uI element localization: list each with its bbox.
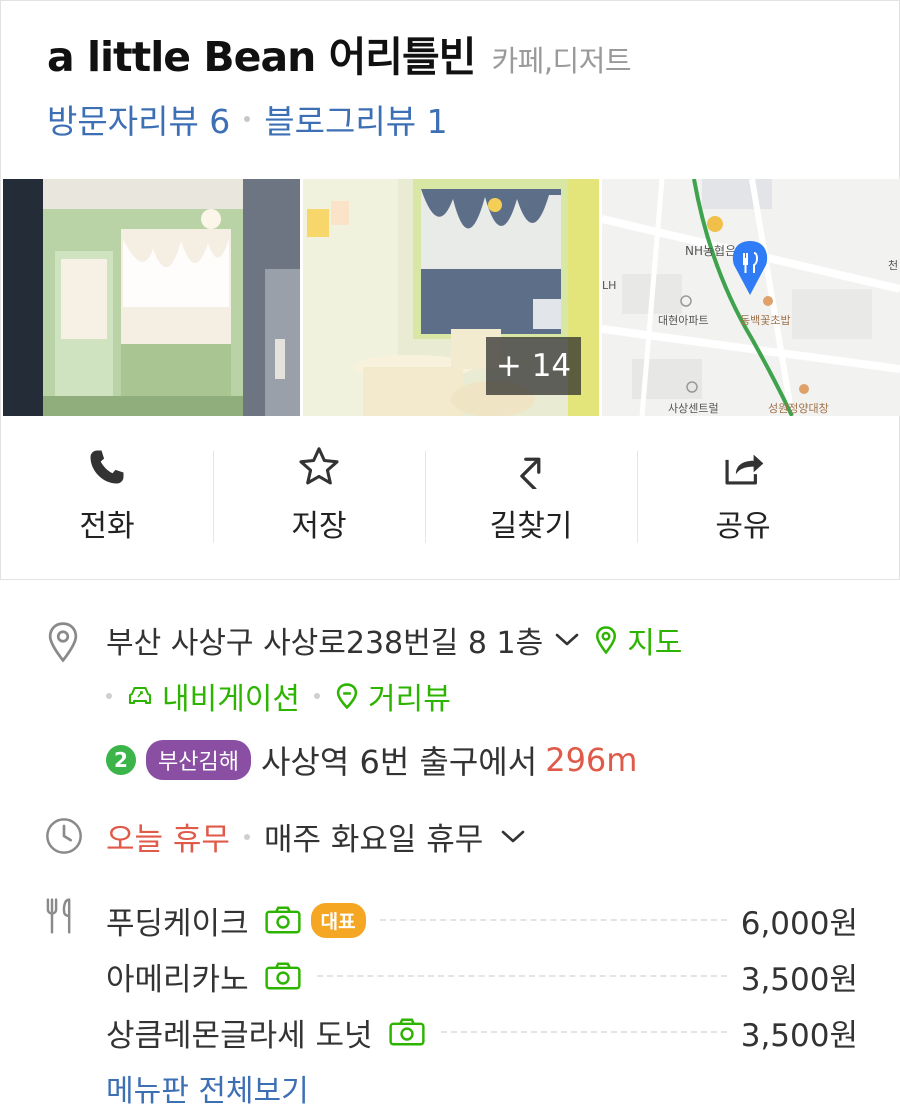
- dotted-leader: [379, 919, 727, 921]
- save-button[interactable]: 저장: [213, 441, 425, 551]
- visitor-reviews-link[interactable]: 방문자리뷰 6: [47, 95, 230, 143]
- camera-icon[interactable]: [387, 1017, 427, 1047]
- directions-icon: [509, 441, 553, 493]
- phone-icon: [85, 441, 129, 493]
- chevron-down-icon[interactable]: [553, 623, 581, 658]
- car-icon: [129, 687, 151, 704]
- navigation-link[interactable]: 내비게이션: [126, 674, 300, 718]
- directions-label: 길찾기: [489, 509, 573, 544]
- action-bar: 전화 저장 길찾기 공유: [1, 441, 899, 551]
- menu-item[interactable]: 푸딩케이크 대표 6,000원: [106, 892, 858, 948]
- hours-status: 오늘 휴무: [106, 822, 230, 858]
- menu-item-name: 상큼레몬글라세 도넛: [106, 1017, 373, 1054]
- place-category: 카페,디저트: [491, 44, 632, 78]
- storefront-photo[interactable]: [3, 179, 300, 416]
- separator-dot: [314, 693, 320, 699]
- interior-photo[interactable]: + 14: [303, 179, 599, 416]
- menu-item-price: 3,500원: [740, 1017, 858, 1054]
- map-label: LH: [602, 279, 616, 292]
- map-label: 천: [888, 258, 898, 272]
- menu-item[interactable]: 아메리카노 3,500원: [106, 948, 858, 1004]
- menu-item[interactable]: 상큼레몬글라세 도넛 3,500원: [106, 1004, 858, 1060]
- chevron-down-icon[interactable]: [499, 827, 527, 847]
- star-icon: [296, 441, 342, 493]
- map-pin-small-icon: [596, 626, 617, 655]
- separator-dot: [106, 693, 112, 699]
- separator-dot: [243, 833, 250, 840]
- call-label: 전화: [79, 509, 135, 544]
- map-label: 동백꽃초밥: [740, 314, 791, 327]
- call-button[interactable]: 전화: [1, 441, 213, 551]
- save-label: 저장: [291, 509, 347, 544]
- camera-icon[interactable]: [263, 961, 303, 991]
- view-full-menu-link[interactable]: 메뉴판 전체보기: [106, 1066, 309, 1110]
- representative-badge: 대표: [310, 902, 366, 938]
- subway-station-text: 사상역 6번 출구에서: [260, 743, 538, 781]
- subway-row: 2 부산김해 사상역 6번 출구에서 296m: [106, 737, 637, 783]
- navigation-label: 내비게이션: [162, 682, 300, 717]
- menu-item-name: 푸딩케이크: [106, 905, 249, 942]
- share-label: 공유: [715, 509, 771, 544]
- map-link-label: 지도: [627, 626, 683, 661]
- menu-item-price: 6,000원: [740, 905, 858, 942]
- street-view-link[interactable]: 거리뷰: [334, 674, 451, 718]
- map-thumbnail[interactable]: NH농협은 LH 대현아파트 동백꽃초밥 사상센트럴 성원정양대창 천: [602, 179, 900, 416]
- share-icon: [720, 441, 766, 493]
- navigation-row: 내비게이션 거리뷰: [106, 674, 451, 718]
- subway-line-number: 2: [106, 745, 136, 775]
- map-label: 성원정양대창: [768, 402, 829, 415]
- place-title: a little Bean 어리틀빈: [47, 33, 476, 81]
- clock-icon: [44, 816, 84, 860]
- map-link[interactable]: 지도: [593, 618, 682, 662]
- subway-distance: 296m: [545, 741, 638, 779]
- business-hours-row[interactable]: 오늘 휴무 매주 화요일 휴무: [106, 814, 527, 859]
- address-row: 부산 사상구 사상로238번길 8 1층 지도: [106, 618, 682, 662]
- blog-reviews-link[interactable]: 블로그리뷰 1: [264, 95, 447, 143]
- share-button[interactable]: 공유: [637, 441, 849, 551]
- map-label: 대현아파트: [658, 314, 709, 327]
- address-text: 부산 사상구 사상로238번길 8 1층: [106, 626, 544, 661]
- photo-strip: + 14 NH농협은 LH 대현아파트 동백꽃초밥 사상센트럴 성원정양대창 천: [3, 179, 900, 416]
- more-photos-count[interactable]: + 14: [486, 337, 581, 395]
- map-label: 사상센트럴: [668, 402, 719, 415]
- menu-list: 푸딩케이크 대표 6,000원 아메리카노 3,500원 상큼레몬글라세 도넛 …: [106, 892, 858, 1060]
- street-view-icon: [336, 683, 358, 710]
- place-header: a little Bean 어리틀빈 카페,디저트 방문자리뷰 6 블로그리뷰 …: [47, 23, 887, 143]
- location-pin-icon: [44, 620, 82, 668]
- menu-item-price: 3,500원: [740, 961, 858, 998]
- dotted-leader: [440, 1031, 727, 1033]
- separator-dot: [244, 116, 251, 122]
- hours-description: 매주 화요일 휴무: [263, 822, 484, 858]
- subway-line-badge: 부산김해: [146, 740, 251, 780]
- dotted-leader: [316, 975, 727, 977]
- place-summary-card: a little Bean 어리틀빈 카페,디저트 방문자리뷰 6 블로그리뷰 …: [0, 0, 900, 580]
- camera-icon[interactable]: [263, 905, 303, 935]
- street-view-label: 거리뷰: [368, 682, 451, 717]
- menu-item-name: 아메리카노: [106, 961, 249, 998]
- map-label: NH농협은: [685, 244, 736, 258]
- utensils-icon: [44, 898, 78, 938]
- directions-button[interactable]: 길찾기: [425, 441, 637, 551]
